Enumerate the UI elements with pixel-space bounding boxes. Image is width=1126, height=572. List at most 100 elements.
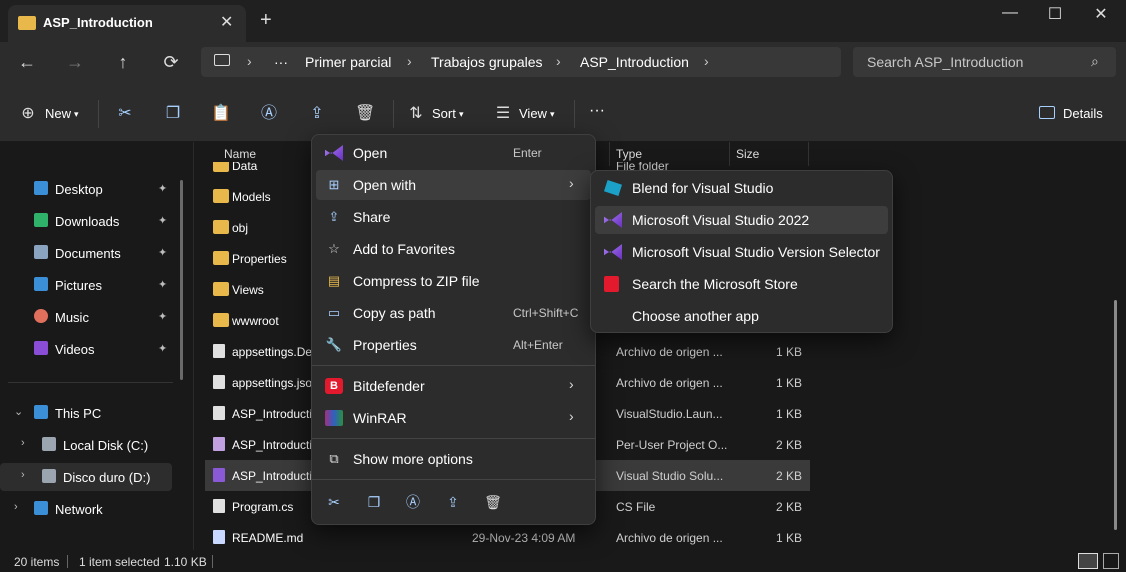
chevron-right-icon[interactable]: › [14,501,18,513]
copy-icon[interactable]: ❐ [364,492,384,512]
breadcrumb-asp-introduction[interactable]: ASP_Introduction [580,54,689,70]
sidebar-item-downloads[interactable]: Downloads ✦ [0,207,180,235]
cut-icon[interactable]: ✂ [115,104,135,124]
submenu-item-visual-studio-2022[interactable]: Microsoft Visual Studio 2022 [595,206,888,234]
menu-divider [312,438,595,439]
new-tab-button[interactable]: + [260,10,272,30]
menu-item-open[interactable]: Open Enter [316,138,591,168]
menu-item-bitdefender[interactable]: B Bitdefender › [316,371,591,401]
share-icon[interactable]: ⇪ [443,492,463,512]
chevron-down-icon[interactable]: ⌄ [14,405,23,418]
delete-icon[interactable]: 🗑 [355,104,375,124]
toolbar-divider [98,100,99,128]
column-header-name[interactable]: Name [224,147,256,161]
menu-item-label: Share [353,209,391,225]
maximize-button[interactable]: ☐ [1032,4,1078,24]
sidebar-item-label: Pictures [55,278,102,293]
sidebar-item-local-disk[interactable]: › Local Disk (C:) [0,431,180,459]
menu-item-copy-as-path[interactable]: ▭ Copy as path Ctrl+Shift+C [316,298,591,328]
sidebar-item-label: Local Disk (C:) [63,438,149,453]
rename-icon[interactable]: Ⓐ [403,492,423,512]
sidebar-item-network[interactable]: › Network [0,495,180,523]
submenu-item-version-selector[interactable]: Microsoft Visual Studio Version Selector [595,238,888,266]
menu-item-add-to-favorites[interactable]: ☆ Add to Favorites [316,234,591,264]
sidebar-item-disco-duro[interactable]: › Disco duro (D:) [0,463,172,491]
file-icon [213,375,225,389]
tiles-view-icon[interactable] [1103,553,1119,569]
wrench-icon: 🔧 [325,337,343,352]
paste-icon[interactable]: 📋 [211,104,231,124]
file-type: VisualStudio.Laun... [616,407,723,421]
minimize-button[interactable]: — [987,4,1033,22]
close-window-button[interactable]: ✕ [1078,4,1124,24]
share-icon[interactable]: ⇪ [307,104,327,124]
more-options-button[interactable]: ··· [589,102,605,120]
table-row[interactable]: README.md 29-Nov-23 4:09 AM Archivo de ori… [205,522,810,553]
column-header-size[interactable]: Size [736,147,759,161]
visual-studio-icon [325,145,343,161]
winrar-icon [325,410,343,426]
chevron-right-icon[interactable]: › [21,437,25,449]
chevron-right-icon[interactable]: › [21,469,25,481]
submenu-item-blend[interactable]: Blend for Visual Studio [595,174,888,202]
new-icon[interactable]: ⊕ [18,104,38,124]
folder-icon [213,313,229,327]
music-icon [34,309,48,323]
sidebar-item-music[interactable]: Music ✦ [0,303,180,331]
menu-item-compress-zip[interactable]: ▤ Compress to ZIP file [316,266,591,296]
copy-icon[interactable]: ❐ [163,104,183,124]
forward-button[interactable]: → [63,52,87,72]
up-button[interactable]: ↑ [111,52,135,72]
item-count: 20 items [14,555,60,569]
search-input[interactable]: Search ASP_Introduction ⌕ [853,47,1116,77]
sidebar-divider [8,382,173,383]
sort-icon[interactable]: ⇅ [406,104,426,124]
sidebar-item-desktop[interactable]: Desktop ✦ [0,175,180,203]
copy-path-icon: ▭ [327,305,341,320]
submenu-item-choose-another-app[interactable]: Choose another app [595,302,888,330]
file-type: Visual Studio Solu... [616,469,724,483]
column-header-type[interactable]: Type [616,147,642,161]
tab-asp-introduction[interactable]: ASP_Introduction ✕ [8,5,246,42]
file-name: README.md [232,531,304,545]
submenu-item-label: Blend for Visual Studio [632,180,774,196]
breadcrumb-more[interactable]: ··· [274,54,288,70]
sidebar-item-label: Documents [55,246,121,261]
file-type: Archivo de origen ... [616,531,723,545]
sidebar-item-this-pc[interactable]: ⌄ This PC [0,399,180,427]
sidebar-item-videos[interactable]: Videos ✦ [0,335,180,363]
file-type: CS File [616,500,656,514]
sidebar-item-documents[interactable]: Documents ✦ [0,239,180,267]
details-view-icon[interactable] [1078,553,1098,569]
back-button[interactable]: ← [15,52,39,72]
cut-icon[interactable]: ✂ [324,492,344,512]
details-button[interactable]: Details [1063,106,1103,121]
toolbar-divider [393,100,394,128]
more-options-icon: ⧉ [329,451,339,466]
menu-item-winrar[interactable]: WinRAR › [316,403,591,433]
sort-button[interactable]: Sort [432,106,456,121]
sidebar-item-pictures[interactable]: Pictures ✦ [0,271,180,299]
file-date: 29-Nov-23 4:09 AM [472,531,576,545]
view-button[interactable]: View [519,106,547,121]
details-pane-icon[interactable] [1039,106,1055,119]
refresh-button[interactable]: ⟳ [159,52,183,72]
view-icon[interactable]: ☰ [493,104,513,124]
sidebar-scrollbar[interactable] [180,180,183,380]
menu-item-properties[interactable]: 🔧 Properties Alt+Enter [316,330,591,360]
delete-icon[interactable]: 🗑 [483,492,503,512]
breadcrumb-primer-parcial[interactable]: Primer parcial [305,54,391,70]
menu-item-open-with[interactable]: ⊞ Open with › [316,170,591,200]
file-icon [213,499,225,513]
shortcut-label: Ctrl+Shift+C [513,306,579,320]
content-scrollbar[interactable] [1114,300,1117,530]
menu-item-show-more-options[interactable]: ⧉ Show more options [316,444,591,474]
chevron-right-icon: › [569,175,574,191]
submenu-item-label: Microsoft Visual Studio Version Selector [632,244,880,260]
menu-item-share[interactable]: ⇪ Share [316,202,591,232]
tab-close-icon[interactable]: ✕ [220,12,233,32]
rename-icon[interactable]: Ⓐ [259,104,279,124]
new-button[interactable]: New [45,106,71,121]
submenu-item-microsoft-store[interactable]: Search the Microsoft Store [595,270,888,298]
breadcrumb-trabajos-grupales[interactable]: Trabajos grupales [431,54,543,70]
